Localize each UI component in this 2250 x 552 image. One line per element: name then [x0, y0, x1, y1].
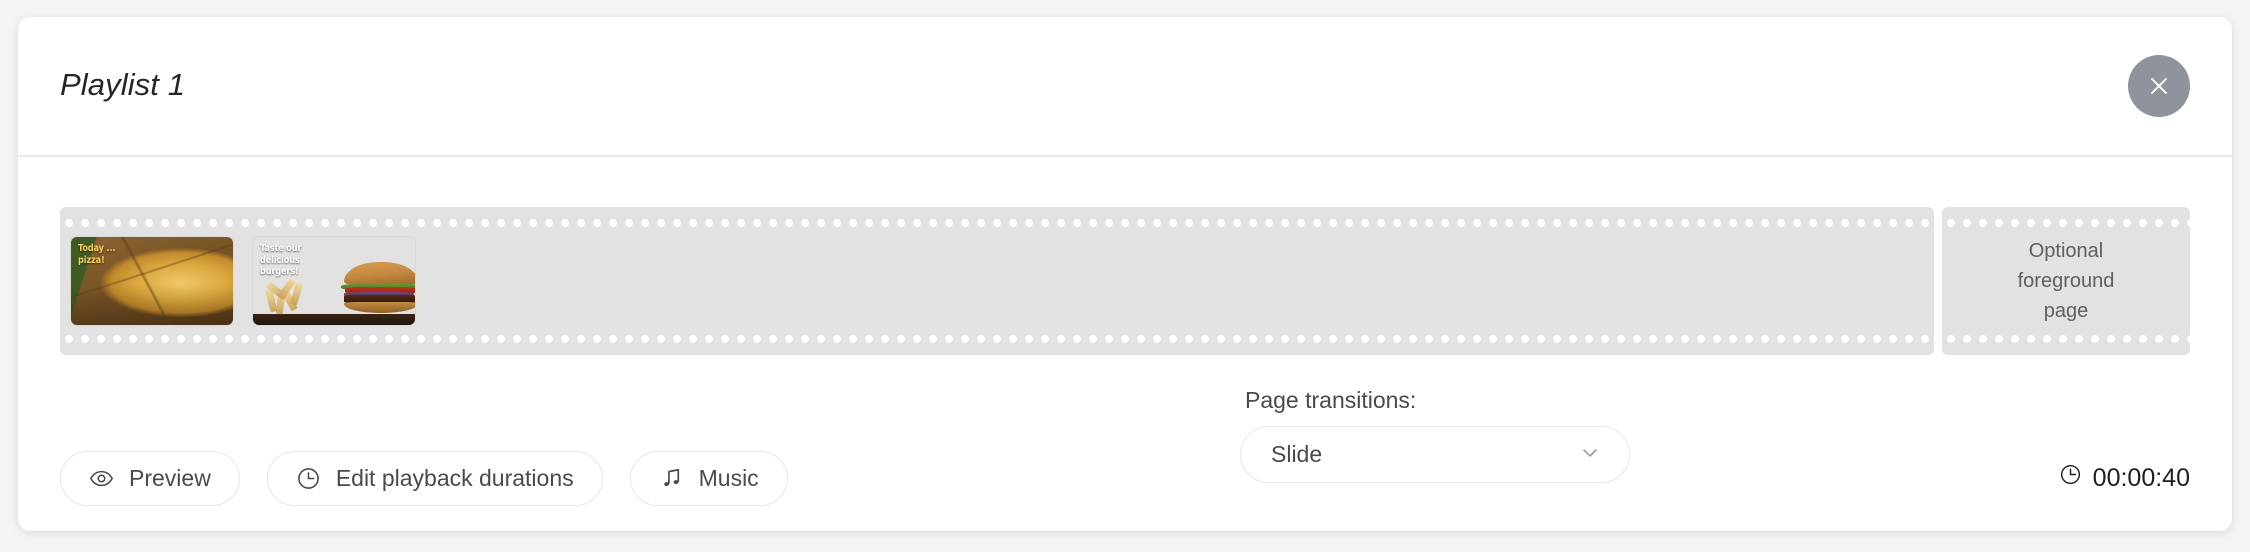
preview-button[interactable]: Preview: [60, 451, 240, 506]
playlist-dialog: Playlist 1 Today ... pizza! Taste our de…: [18, 17, 2232, 531]
clock-icon: [296, 466, 321, 491]
filmstrip-perforations-top: [60, 218, 1934, 228]
foreground-page-label: Optional foreground page: [1956, 233, 2176, 329]
page-transitions-value: Slide: [1271, 441, 1323, 467]
foreground-label-line-1: Optional: [2028, 239, 2104, 262]
page-title: Playlist 1: [60, 67, 186, 102]
edit-playback-durations-button[interactable]: Edit playback durations: [266, 451, 603, 506]
toolbar: Preview Edit playback durations Music: [60, 451, 788, 506]
filmstrip-perforations-bottom: [1942, 334, 2190, 344]
preview-button-label: Preview: [129, 465, 211, 491]
playlist-item-burger[interactable]: Taste our delicious burgers!: [253, 237, 415, 325]
dialog-footer: Preview Edit playback durations Music Pa…: [18, 387, 2232, 531]
dialog-header: Playlist 1: [18, 17, 2232, 157]
music-button-label: Music: [698, 465, 759, 491]
playlist-item-caption: Today ... pizza!: [78, 243, 116, 266]
eye-icon: [89, 466, 114, 491]
clock-icon: [2059, 463, 2082, 493]
filmstrip-perforations-top: [1942, 218, 2190, 228]
playlist-item-caption: Taste our delicious burgers!: [260, 243, 302, 277]
page-transitions-label: Page transitions:: [1245, 387, 1417, 413]
foreground-page-slot[interactable]: Optional foreground page: [1942, 207, 2190, 355]
total-duration: 00:00:40: [2059, 463, 2190, 493]
chevron-down-icon: [1577, 439, 1603, 470]
close-button[interactable]: [2128, 55, 2190, 117]
music-button[interactable]: Music: [629, 451, 788, 506]
music-note-icon: [659, 466, 684, 491]
edit-playback-durations-button-label: Edit playback durations: [335, 465, 574, 491]
foreground-label-line-2: foreground: [2017, 269, 2115, 292]
close-icon: [2148, 75, 2170, 97]
page-transitions-select[interactable]: Slide: [1240, 426, 1630, 483]
page-transitions-group: Page transitions: Slide: [1240, 387, 1630, 483]
burger-board: [253, 313, 415, 325]
filmstrip-perforations-bottom: [60, 334, 1934, 344]
fries: [265, 277, 321, 314]
playlist-item-pizza[interactable]: Today ... pizza!: [71, 237, 233, 325]
playlist-filmstrip[interactable]: Today ... pizza! Taste our delicious bur…: [60, 207, 1934, 355]
playlist-items: Today ... pizza! Taste our delicious bur…: [71, 237, 1923, 325]
filmstrip-row: Today ... pizza! Taste our delicious bur…: [60, 207, 2190, 355]
foreground-label-line-3: page: [2043, 299, 2089, 322]
burger: [340, 261, 415, 313]
total-duration-value: 00:00:40: [2092, 463, 2190, 492]
